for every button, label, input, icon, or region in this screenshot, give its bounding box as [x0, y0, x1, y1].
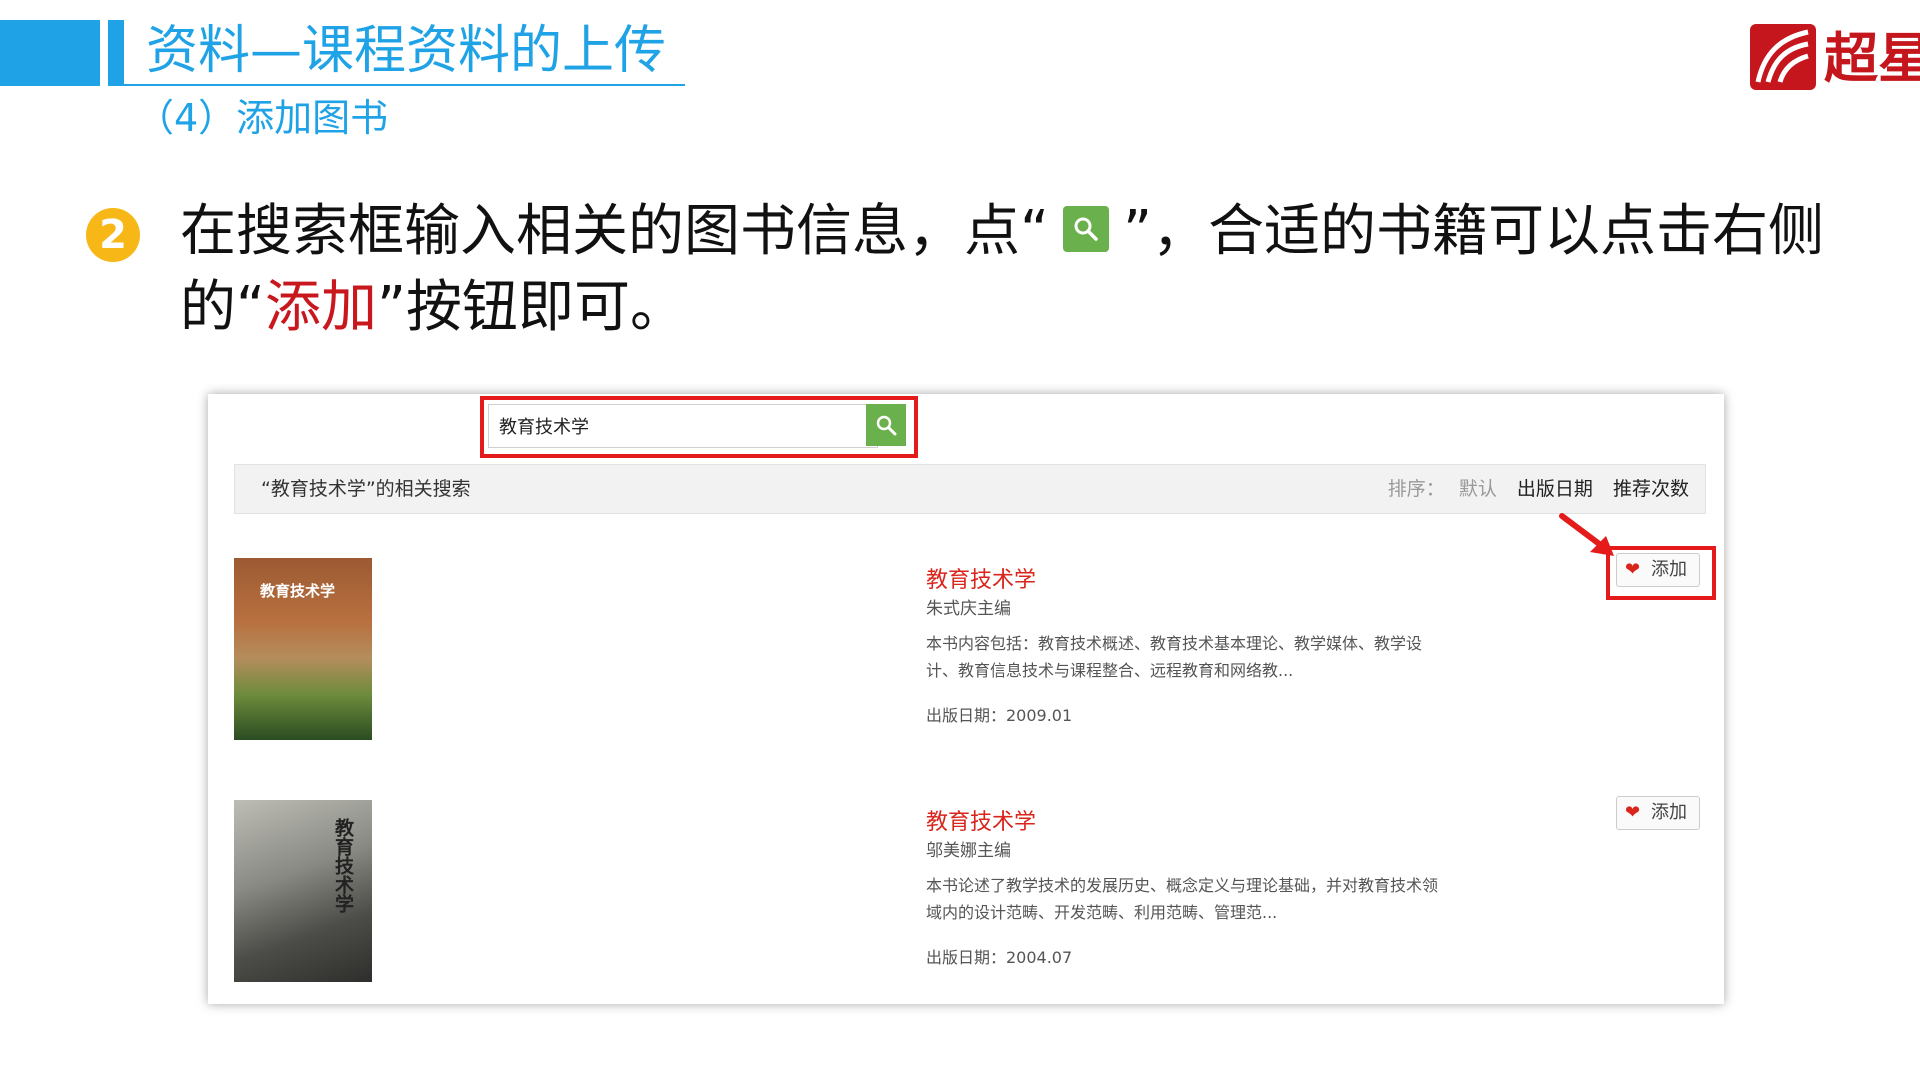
- result-label: “教育技术学”的相关搜索: [261, 478, 471, 500]
- logo-mark-icon: [1750, 24, 1816, 90]
- sort-default[interactable]: 默认: [1459, 478, 1497, 500]
- book-cover-title: 教育技术学: [332, 818, 354, 913]
- book-date-1: 出版日期：2009.01: [926, 706, 1073, 725]
- search-icon: [1063, 205, 1110, 252]
- slide-title: 资料—课程资料的上传: [146, 21, 667, 81]
- heart-icon: ❤: [1625, 802, 1641, 823]
- search-input[interactable]: [489, 405, 869, 447]
- book-cover-2[interactable]: 教育技术学: [234, 800, 372, 982]
- book-title-2[interactable]: 教育技术学: [926, 804, 1036, 836]
- book-cover-title: 教育技术学: [260, 582, 336, 600]
- instruction-part1: 在搜索框输入相关的图书信息，点“: [180, 199, 1050, 264]
- book-author-1: 朱式庆主编: [926, 599, 1011, 619]
- add-button-label: 添加: [1651, 802, 1687, 823]
- add-button-1[interactable]: ❤ 添加: [1616, 553, 1700, 587]
- chaoxing-logo: 超星: [1750, 22, 1920, 94]
- book-author-2: 邬美娜主编: [926, 841, 1011, 861]
- instruction-part3: ”按钮即可。: [377, 275, 687, 340]
- result-bar: “教育技术学”的相关搜索 排序： 默认 出版日期 推荐次数: [234, 464, 1706, 514]
- book-title-1[interactable]: 教育技术学: [926, 562, 1036, 594]
- search-icon: [876, 415, 897, 436]
- screenshot-panel: “教育技术学”的相关搜索 排序： 默认 出版日期 推荐次数 教育技术学 教育技术…: [208, 394, 1724, 1004]
- book-desc-1: 本书内容包括：教育技术概述、教育技术基本理论、教学媒体、教学设计、教育信息技术与…: [926, 634, 1423, 680]
- book-desc-2: 本书论述了教学技术的发展历史、概念定义与理论基础，并对教育技术领域内的设计范畴、…: [926, 876, 1439, 922]
- search-box: [488, 404, 878, 448]
- search-button[interactable]: [866, 404, 906, 446]
- logo-text: 超星: [1824, 26, 1920, 90]
- instruction-text: 在搜索框输入相关的图书信息，点“ ”，合适的书籍可以点击右侧的“添加”按钮即可。: [180, 194, 1860, 346]
- book-date-2: 出版日期：2004.07: [926, 948, 1073, 967]
- header-accent-stripe: [108, 20, 124, 86]
- slide-subtitle: （4）添加图书: [136, 96, 389, 140]
- sort-recommend-count[interactable]: 推荐次数: [1613, 478, 1689, 500]
- book-cover-1[interactable]: 教育技术学: [234, 558, 372, 740]
- header-accent-bar: [0, 20, 100, 86]
- sort-controls: 排序： 默认 出版日期 推荐次数: [1388, 465, 1689, 513]
- title-underline: [110, 84, 685, 86]
- heart-icon: ❤: [1625, 559, 1641, 580]
- add-button-2[interactable]: ❤ 添加: [1616, 796, 1700, 830]
- step-number-badge: 2: [86, 208, 140, 262]
- sort-publish-date[interactable]: 出版日期: [1517, 478, 1593, 500]
- sort-label: 排序：: [1387, 478, 1445, 500]
- add-button-label: 添加: [1651, 559, 1687, 580]
- instruction-highlight: 添加: [265, 275, 378, 340]
